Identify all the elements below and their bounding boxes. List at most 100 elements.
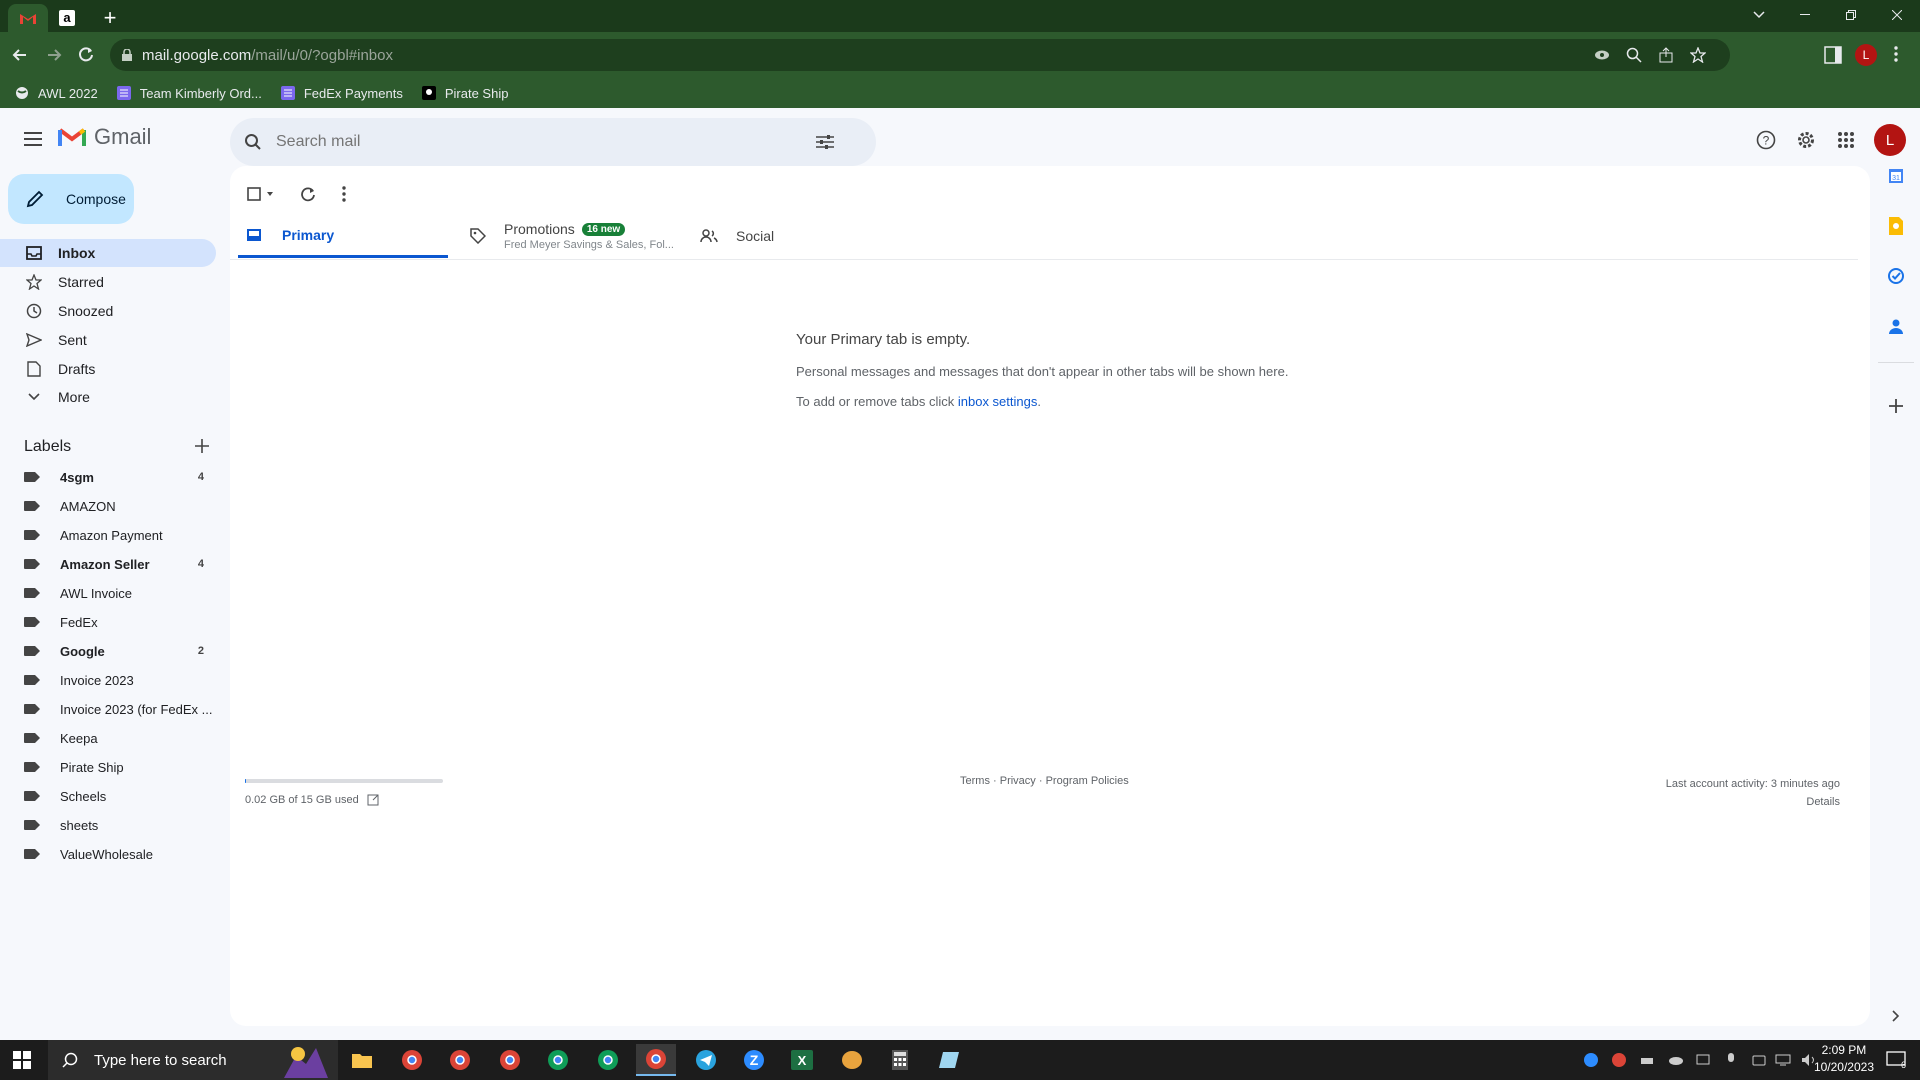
label-item[interactable]: AMAZON [0, 493, 216, 519]
bookmark-fedex-payments[interactable]: FedEx Payments [280, 85, 403, 101]
new-tab-button[interactable]: + [98, 4, 122, 32]
compose-button[interactable]: Compose [8, 174, 134, 224]
search-input[interactable] [276, 133, 816, 151]
nav-starred[interactable]: Starred [0, 268, 216, 296]
chrome-profile-o-icon[interactable] [538, 1044, 578, 1076]
chrome-icon[interactable] [588, 1044, 628, 1076]
zoom-icon[interactable] [1626, 47, 1642, 63]
label-item[interactable]: sheets [0, 812, 216, 838]
contacts-icon[interactable] [1886, 316, 1906, 336]
chrome-profile-d-icon[interactable] [440, 1044, 480, 1076]
label-item[interactable]: Invoice 2023 (for FedEx ... [0, 696, 216, 722]
label-item[interactable]: ValueWholesale [0, 841, 216, 867]
reload-icon[interactable] [76, 45, 96, 65]
bookmark-team-kimberly[interactable]: Team Kimberly Ord... [116, 85, 262, 101]
tray-printer-icon[interactable] [1634, 1044, 1660, 1076]
minimize-button[interactable] [1782, 0, 1828, 30]
windows-start-icon[interactable] [2, 1044, 42, 1076]
excel-icon[interactable]: X [782, 1044, 822, 1076]
nav-inbox[interactable]: Inbox [0, 239, 216, 267]
label-item[interactable]: Scheels [0, 783, 216, 809]
tab-gmail[interactable] [8, 4, 48, 32]
select-all-checkbox[interactable] [244, 182, 280, 206]
tab-promotions[interactable]: Promotions 16 new Fred Meyer Savings & Sa… [470, 214, 680, 258]
label-item[interactable]: Pirate Ship [0, 754, 216, 780]
more-options-icon[interactable] [332, 182, 356, 206]
apps-grid-icon[interactable] [1832, 126, 1860, 154]
label-item[interactable]: Invoice 2023 [0, 667, 216, 693]
calendar-icon[interactable]: 31 [1886, 166, 1906, 186]
label-item[interactable]: Google 2 [0, 638, 216, 664]
tab-amazon[interactable]: a [52, 4, 82, 32]
notepad-icon[interactable] [930, 1044, 970, 1076]
account-avatar[interactable]: L [1874, 124, 1906, 156]
tray-network-icon[interactable] [1770, 1044, 1796, 1076]
nav-drafts[interactable]: Drafts [0, 355, 216, 383]
terms-link[interactable]: Terms [960, 775, 990, 787]
nav-label: Inbox [58, 245, 96, 261]
chrome-profile-m-icon[interactable] [392, 1044, 432, 1076]
file-explorer-icon[interactable] [342, 1044, 382, 1076]
label-item[interactable]: Keepa [0, 725, 216, 751]
tab-search-button[interactable] [1736, 0, 1782, 30]
tab-primary[interactable]: Primary [238, 214, 448, 258]
label-item[interactable]: 4sgm 4 [0, 464, 216, 490]
tray-chrome-icon[interactable] [1606, 1044, 1632, 1076]
search-icon[interactable] [244, 133, 262, 151]
add-addon-icon[interactable] [1886, 396, 1906, 416]
chrome-profile-e-icon[interactable] [490, 1044, 530, 1076]
taskbar-search[interactable]: Type here to search [48, 1040, 338, 1080]
address-bar[interactable]: mail.google.com/mail/u/0/?ogbl#inbox [110, 39, 1730, 71]
gmail-logo[interactable]: Gmail [58, 124, 151, 150]
label-item[interactable]: FedEx [0, 609, 216, 635]
zoom-app-icon[interactable]: Z [734, 1044, 774, 1076]
bookmark-star-icon[interactable] [1690, 47, 1706, 63]
program-policies-link[interactable]: Program Policies [1046, 775, 1129, 787]
forward-icon[interactable] [44, 45, 64, 65]
label-unread-count: 4 [197, 558, 204, 570]
expand-panel-icon[interactable] [1886, 1006, 1906, 1026]
notification-center-icon[interactable]: 6 [1876, 1044, 1916, 1076]
restore-button[interactable] [1828, 0, 1874, 30]
search-bar[interactable] [230, 118, 876, 166]
tray-mic-icon[interactable] [1718, 1044, 1744, 1076]
telegram-icon[interactable] [686, 1044, 726, 1076]
add-label-icon[interactable] [192, 436, 212, 456]
tray-zoom-icon[interactable] [1578, 1044, 1604, 1076]
nav-sent[interactable]: Sent [0, 326, 216, 354]
bookmark-pirate-ship[interactable]: Pirate Ship [421, 85, 508, 101]
eye-icon[interactable] [1594, 47, 1610, 63]
tray-display-icon[interactable] [1690, 1044, 1716, 1076]
app-bowl-icon[interactable] [832, 1044, 872, 1076]
browser-profile-avatar[interactable]: L [1855, 44, 1877, 66]
browser-menu-icon[interactable] [1894, 45, 1898, 63]
inbox-settings-link[interactable]: inbox settings [958, 394, 1038, 409]
label-tag-icon [24, 617, 40, 627]
tasks-icon[interactable] [1886, 266, 1906, 286]
nav-snoozed[interactable]: Snoozed [0, 297, 216, 325]
share-icon[interactable] [1658, 47, 1674, 63]
label-item[interactable]: AWL Invoice [0, 580, 216, 606]
label-item[interactable]: Amazon Seller 4 [0, 551, 216, 577]
nav-more[interactable]: More [0, 383, 216, 411]
taskbar-clock[interactable]: 2:09 PM 10/20/2023 [1814, 1042, 1874, 1076]
bookmark-awl-2022[interactable]: AWL 2022 [14, 85, 98, 101]
refresh-icon[interactable] [296, 182, 320, 206]
keep-icon[interactable] [1886, 216, 1906, 236]
main-menu-icon[interactable] [20, 126, 46, 152]
calculator-icon[interactable] [880, 1044, 920, 1076]
search-options-icon[interactable] [816, 134, 834, 150]
details-link[interactable]: Details [1666, 793, 1840, 811]
side-panel-icon[interactable] [1824, 46, 1842, 64]
tab-social[interactable]: Social [700, 214, 900, 258]
chrome-active-l-icon[interactable] [636, 1044, 676, 1076]
settings-gear-icon[interactable] [1792, 126, 1820, 154]
privacy-link[interactable]: Privacy [1000, 775, 1036, 787]
back-icon[interactable] [10, 45, 30, 65]
open-external-icon[interactable] [367, 794, 379, 806]
tray-camera-icon[interactable] [1746, 1044, 1772, 1076]
support-icon[interactable]: ? [1752, 126, 1780, 154]
tray-onedrive-icon[interactable] [1662, 1044, 1688, 1076]
label-item[interactable]: Amazon Payment [0, 522, 216, 548]
close-window-button[interactable] [1874, 0, 1920, 30]
